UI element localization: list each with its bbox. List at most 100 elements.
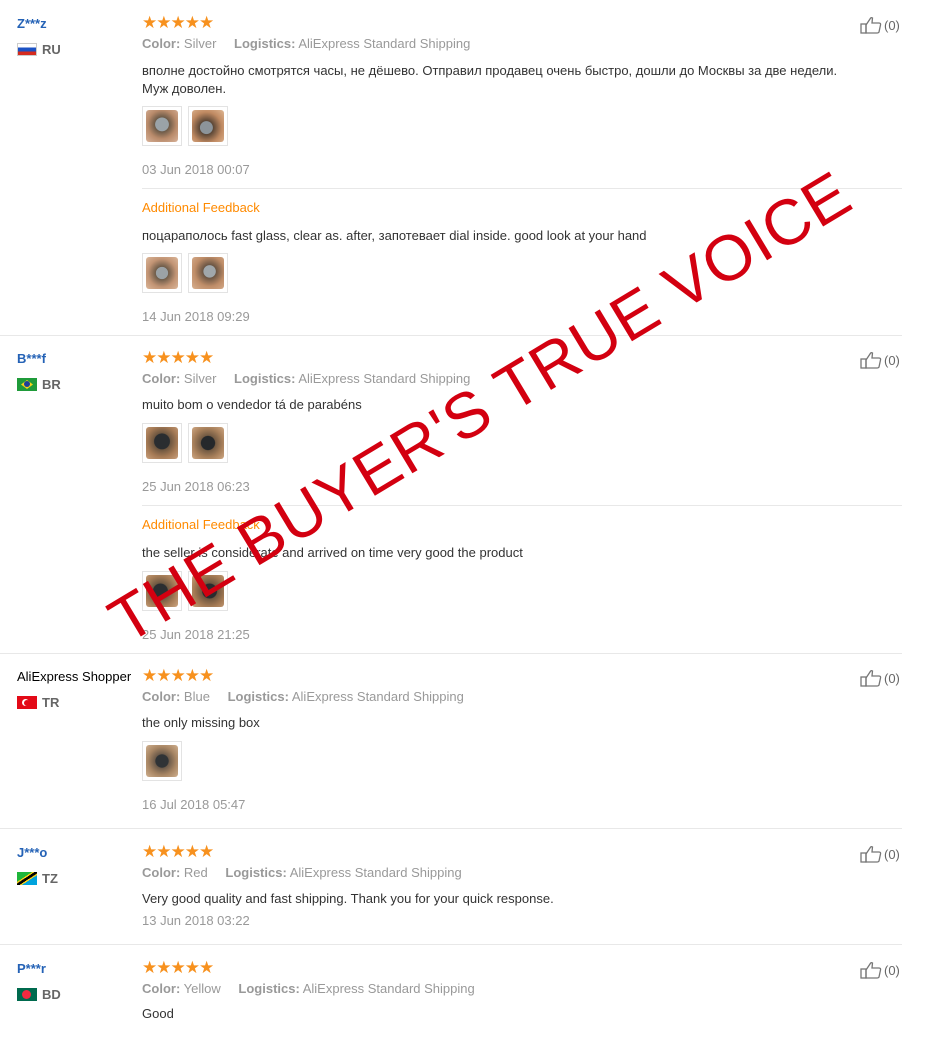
review-photo[interactable]: [188, 571, 228, 611]
additional-feedback-date: 14 Jun 2018 09:29: [142, 309, 250, 324]
divider: [0, 944, 902, 945]
logistics-value: AliExpress Standard Shipping: [291, 689, 464, 704]
flag-bd-icon: [17, 988, 37, 1001]
divider: [142, 188, 902, 189]
flag-tz-icon: [17, 872, 37, 885]
divider: [0, 653, 902, 654]
flag-br-icon: [17, 378, 37, 391]
country-code: TR: [42, 695, 60, 710]
review-photo[interactable]: [188, 106, 228, 146]
review-date: 03 Jun 2018 00:07: [142, 162, 250, 177]
review-photos: [142, 741, 182, 781]
review-photo[interactable]: [142, 571, 182, 611]
logistics-label: Logistics:: [234, 36, 296, 51]
divider: [142, 505, 902, 506]
reviewer-country: RU: [17, 42, 61, 57]
review-text: Good: [142, 1006, 174, 1021]
review-text: Very good quality and fast shipping. Tha…: [142, 891, 554, 906]
like-button[interactable]: (0): [860, 351, 900, 369]
rating-stars: ★★★★★: [142, 842, 214, 861]
color-value: Red: [183, 865, 208, 880]
review-photos: [142, 423, 228, 463]
additional-photos: [142, 253, 228, 293]
review-text: the only missing box: [142, 715, 260, 730]
review-photo[interactable]: [142, 106, 182, 146]
review-meta: Color: Silver Logistics: AliExpress Stan…: [142, 371, 470, 386]
rating-stars: ★★★★★: [142, 348, 214, 367]
like-count: (0): [884, 17, 900, 33]
color-label: Color:: [142, 689, 181, 704]
like-count: (0): [884, 962, 900, 978]
review-photo[interactable]: [142, 423, 182, 463]
color-label: Color:: [142, 36, 181, 51]
like-count: (0): [884, 670, 900, 686]
review-text: вполне достойно смотрятся часы, не дёшев…: [142, 62, 837, 98]
color-value: Silver: [183, 371, 217, 386]
review-meta: Color: Red Logistics: AliExpress Standar…: [142, 865, 462, 880]
reviewer-country: BD: [17, 987, 61, 1002]
review-photo[interactable]: [142, 741, 182, 781]
like-button[interactable]: (0): [860, 961, 900, 979]
like-count: (0): [884, 352, 900, 368]
color-value: Silver: [183, 36, 217, 51]
reviewer-country: TZ: [17, 871, 58, 886]
thumbs-up-icon: [860, 17, 882, 34]
country-code: RU: [42, 42, 61, 57]
reviewer-name[interactable]: P***r: [17, 961, 46, 976]
review-photo[interactable]: [188, 423, 228, 463]
flag-tr-icon: [17, 696, 37, 709]
logistics-value: AliExpress Standard Shipping: [298, 36, 471, 51]
logistics-label: Logistics:: [238, 981, 300, 996]
additional-feedback-text: поцараполось fast glass, clear as. after…: [142, 228, 647, 243]
reviewer-name[interactable]: AliExpress Shopper: [17, 669, 131, 684]
reviewer-name[interactable]: B***f: [17, 351, 46, 366]
additional-feedback-text: the seller is considerate and arrived on…: [142, 545, 523, 560]
logistics-value: AliExpress Standard Shipping: [289, 865, 462, 880]
reviewer-country: BR: [17, 377, 61, 392]
logistics-label: Logistics:: [227, 689, 289, 704]
review-photo[interactable]: [188, 253, 228, 293]
review-meta: Color: Blue Logistics: AliExpress Standa…: [142, 689, 464, 704]
like-count: (0): [884, 846, 900, 862]
reviewer-name[interactable]: Z***z: [17, 16, 47, 31]
review-photo[interactable]: [142, 253, 182, 293]
logistics-label: Logistics:: [234, 371, 296, 386]
review-date: 13 Jun 2018 03:22: [142, 913, 250, 928]
reviewer-country: TR: [17, 695, 59, 710]
review-text-line: Муж доволен.: [142, 81, 227, 96]
thumbs-up-icon: [860, 962, 882, 979]
review-date: 25 Jun 2018 06:23: [142, 479, 250, 494]
logistics-value: AliExpress Standard Shipping: [298, 371, 471, 386]
additional-photos: [142, 571, 228, 611]
color-value: Blue: [183, 689, 210, 704]
like-button[interactable]: (0): [860, 16, 900, 34]
rating-stars: ★★★★★: [142, 958, 214, 977]
review-text-line: вполне достойно смотрятся часы, не дёшев…: [142, 63, 838, 78]
flag-ru-icon: [17, 43, 37, 56]
country-code: BR: [42, 377, 61, 392]
divider: [0, 828, 902, 829]
logistics-value: AliExpress Standard Shipping: [302, 981, 475, 996]
like-button[interactable]: (0): [860, 669, 900, 687]
thumbs-up-icon: [860, 352, 882, 369]
additional-feedback-label: Additional Feedback: [142, 200, 260, 215]
like-button[interactable]: (0): [860, 845, 900, 863]
reviewer-name[interactable]: J***o: [17, 845, 47, 860]
country-code: BD: [42, 987, 61, 1002]
review-date: 16 Jul 2018 05:47: [142, 797, 246, 812]
color-label: Color:: [142, 981, 181, 996]
logistics-label: Logistics:: [225, 865, 287, 880]
additional-feedback-date: 25 Jun 2018 21:25: [142, 627, 250, 642]
review-meta: Color: Silver Logistics: AliExpress Stan…: [142, 36, 470, 51]
color-label: Color:: [142, 371, 181, 386]
thumbs-up-icon: [860, 846, 882, 863]
review-photos: [142, 106, 228, 146]
color-value: Yellow: [183, 981, 221, 996]
rating-stars: ★★★★★: [142, 666, 214, 685]
country-code: TZ: [42, 871, 58, 886]
review-meta: Color: Yellow Logistics: AliExpress Stan…: [142, 981, 475, 996]
color-label: Color:: [142, 865, 181, 880]
rating-stars: ★★★★★: [142, 13, 214, 32]
divider: [0, 335, 902, 336]
review-text: muito bom o vendedor tá de parabéns: [142, 397, 362, 412]
